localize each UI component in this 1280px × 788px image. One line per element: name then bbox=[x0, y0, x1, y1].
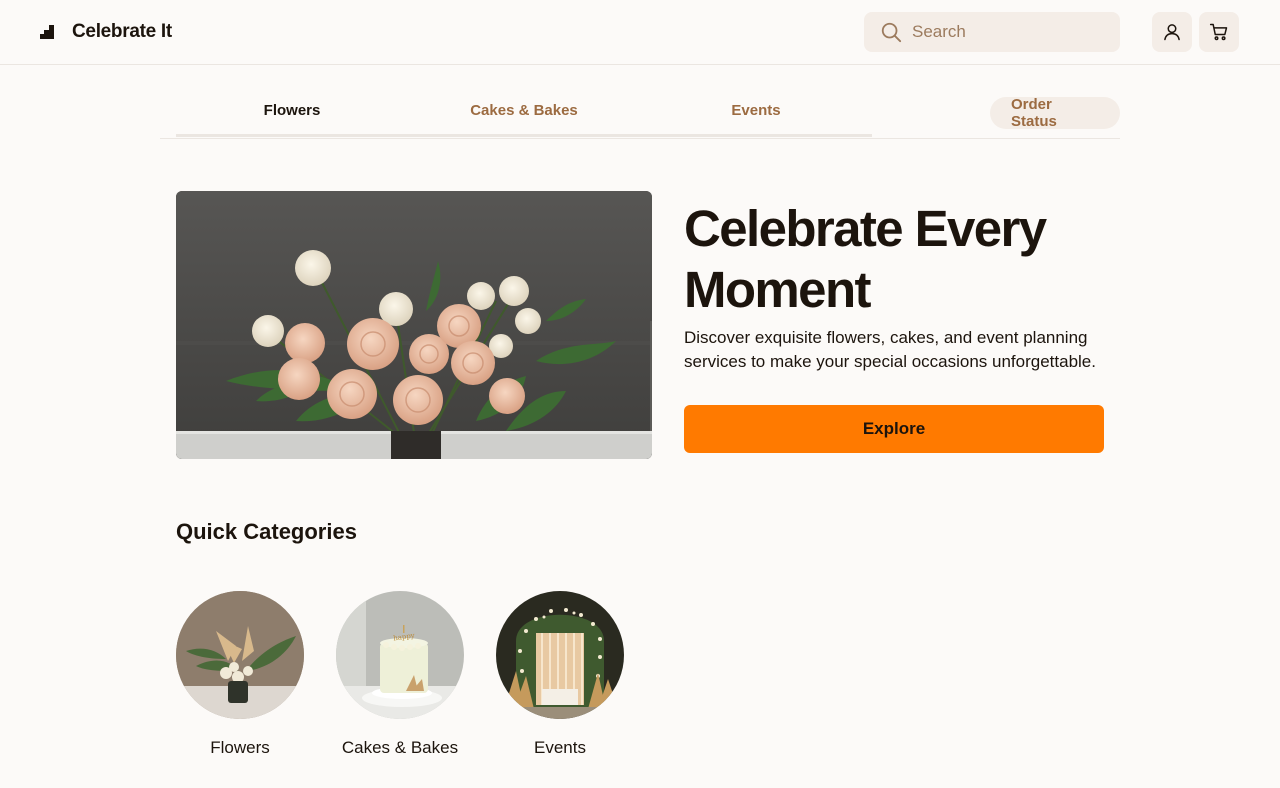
hero-image-flowers bbox=[176, 191, 652, 459]
tab-cakes-bakes[interactable]: Cakes & Bakes bbox=[408, 84, 640, 136]
category-card-flowers[interactable]: Flowers bbox=[176, 591, 304, 758]
cart-button[interactable] bbox=[1199, 12, 1239, 52]
category-card-cakes-bakes[interactable]: happy Cakes & Bakes bbox=[336, 591, 464, 758]
explore-button[interactable]: Explore bbox=[684, 405, 1104, 453]
search-icon bbox=[881, 22, 902, 43]
top-header: Celebrate It bbox=[0, 0, 1280, 65]
category-image-events[interactable] bbox=[496, 591, 624, 719]
brand[interactable]: Celebrate It bbox=[40, 21, 172, 43]
brand-logo-icon bbox=[40, 25, 54, 39]
user-icon bbox=[1164, 24, 1180, 41]
tab-flowers[interactable]: Flowers bbox=[176, 84, 408, 136]
category-image-flowers[interactable] bbox=[176, 591, 304, 719]
quick-categories-title: Quick Categories bbox=[176, 519, 357, 544]
cart-icon bbox=[1209, 23, 1228, 41]
account-button[interactable] bbox=[1152, 12, 1192, 52]
tab-events[interactable]: Events bbox=[640, 84, 872, 136]
flower-arrangement-illustration bbox=[176, 191, 652, 459]
category-label-flowers: Flowers bbox=[210, 738, 270, 757]
category-label-cakes-bakes: Cakes & Bakes bbox=[341, 738, 459, 757]
category-card-events[interactable]: Events bbox=[496, 591, 624, 758]
search-input[interactable] bbox=[912, 22, 1102, 42]
hero-title: Celebrate Every Moment bbox=[684, 200, 1047, 318]
order-status-button[interactable]: Order Status bbox=[990, 96, 1120, 130]
category-tabs: Flowers Cakes & Bakes Events Order Statu… bbox=[160, 84, 1120, 139]
tab-underline bbox=[176, 134, 872, 137]
search-box[interactable] bbox=[864, 12, 1120, 52]
brand-name: Celebrate It bbox=[72, 21, 172, 42]
category-image-cakes[interactable]: happy bbox=[336, 591, 464, 719]
hero-description: Discover exquisite flowers, cakes, and e… bbox=[684, 328, 1096, 371]
category-label-events: Events bbox=[534, 738, 586, 757]
